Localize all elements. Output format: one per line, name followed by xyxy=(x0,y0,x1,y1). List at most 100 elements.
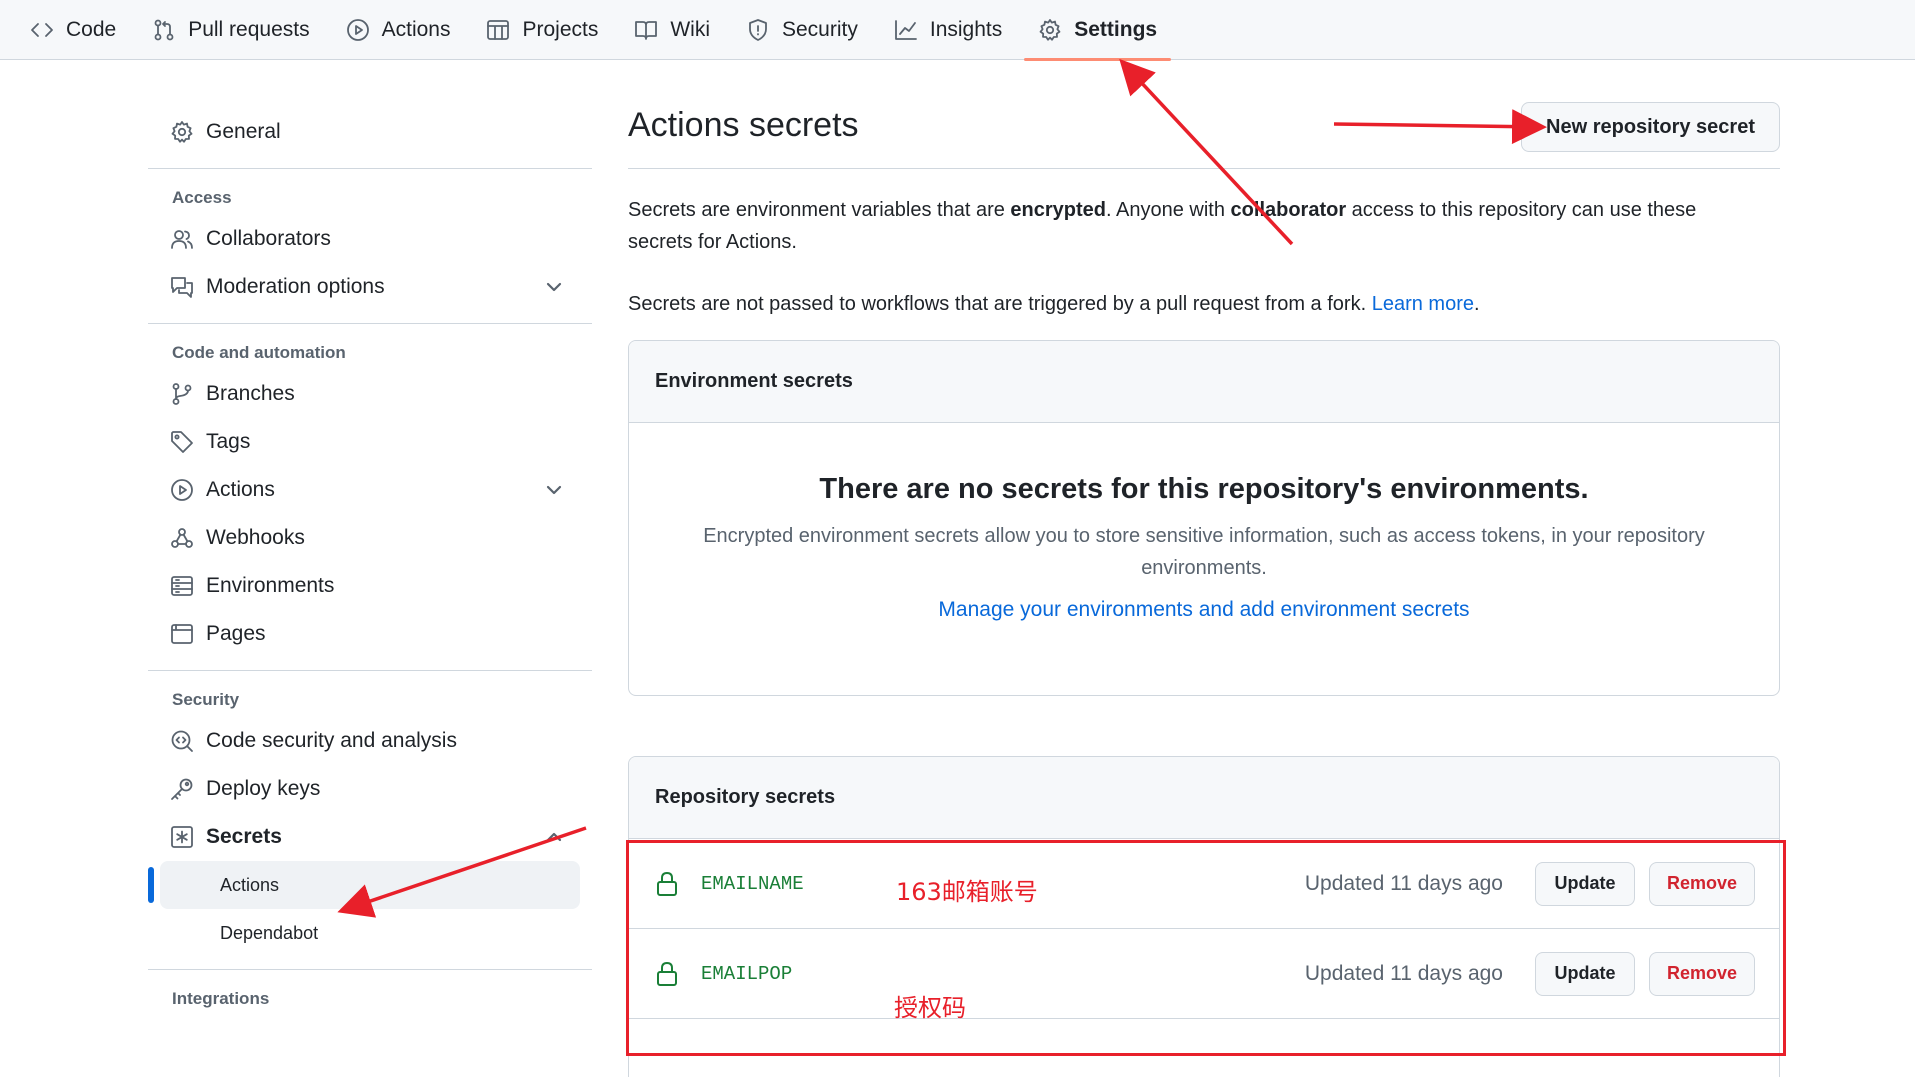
tab-pull-requests[interactable]: Pull requests xyxy=(134,0,327,60)
sidebar-item-label: General xyxy=(206,120,281,143)
pull-request-icon xyxy=(154,19,174,40)
tab-settings[interactable]: Settings xyxy=(1020,0,1175,61)
sidebar-item-code-security[interactable]: Code security and analysis xyxy=(148,717,592,765)
sidebar-item-tags[interactable]: Tags xyxy=(148,418,592,466)
sidebar-item-label: Pages xyxy=(206,622,266,645)
desc-text: . xyxy=(1473,293,1480,315)
repository-secrets-header: Repository secrets xyxy=(629,757,1779,839)
tag-icon xyxy=(171,431,193,453)
tab-insights[interactable]: Insights xyxy=(876,0,1020,60)
sidebar-heading-integrations: Integrations xyxy=(172,989,270,1008)
sidebar-item-label: Secrets xyxy=(206,825,282,848)
divider xyxy=(148,670,592,671)
tab-label: Insights xyxy=(929,17,1003,41)
tab-label: Pull requests xyxy=(188,17,310,41)
gear-icon xyxy=(1039,18,1061,41)
sidebar-item-label: Actions xyxy=(206,478,275,501)
settings-sidebar: General Access Collaborators Moderation … xyxy=(148,108,592,1016)
key-icon xyxy=(171,778,193,800)
divider xyxy=(148,323,592,324)
environment-secrets-header: Environment secrets xyxy=(629,341,1779,423)
tab-label: Actions xyxy=(381,17,451,41)
sidebar-item-actions[interactable]: Actions xyxy=(148,466,592,514)
chevron-down-icon[interactable] xyxy=(544,277,564,297)
tab-label: Wiki xyxy=(670,17,710,41)
comment-discussion-icon xyxy=(171,277,193,298)
sidebar-item-label: Deploy keys xyxy=(206,777,321,800)
sidebar-item-environments[interactable]: Environments xyxy=(148,562,592,610)
desc-text: Secrets are environment variables that a… xyxy=(628,199,1011,221)
annotation-note-auth-code: 授权码 xyxy=(894,994,966,1022)
sidebar-item-label: Code security and analysis xyxy=(206,729,457,752)
sidebar-subitem-secrets-dependabot[interactable]: Dependabot xyxy=(160,909,580,957)
divider xyxy=(148,168,592,169)
server-icon xyxy=(171,576,193,596)
table-icon xyxy=(487,19,510,40)
desc-text: . Anyone with xyxy=(1106,199,1231,221)
key-asterisk-icon xyxy=(171,826,193,848)
sidebar-heading-access: Access xyxy=(172,188,232,207)
divider xyxy=(628,168,1780,169)
environment-secrets-box: Environment secrets There are no secrets… xyxy=(628,340,1780,696)
annotation-note-email-account: 163邮箱账号 xyxy=(896,878,1038,906)
sidebar-item-branches[interactable]: Branches xyxy=(148,370,592,418)
desc-text: Secrets are not passed to workflows that… xyxy=(628,293,1372,315)
sidebar-heading-code-automation: Code and automation xyxy=(172,343,346,362)
sidebar-item-general[interactable]: General xyxy=(148,108,592,156)
sidebar-item-label: Webhooks xyxy=(206,526,305,549)
tab-code[interactable]: Code xyxy=(12,0,134,60)
sidebar-item-pages[interactable]: Pages xyxy=(148,610,592,658)
shield-icon xyxy=(749,18,767,41)
sidebar-item-label: Dependabot xyxy=(220,922,319,943)
sidebar-subitem-secrets-actions[interactable]: Actions xyxy=(148,861,580,909)
play-icon xyxy=(346,18,369,41)
sidebar-item-moderation[interactable]: Moderation options xyxy=(148,263,592,311)
learn-more-link[interactable]: Learn more xyxy=(1372,293,1474,315)
sidebar-item-webhooks[interactable]: Webhooks xyxy=(148,514,592,562)
chevron-down-icon[interactable] xyxy=(544,480,564,500)
sidebar-item-label: Actions xyxy=(220,874,280,895)
tab-label: Security xyxy=(782,17,858,41)
codescan-icon xyxy=(171,730,193,752)
play-icon xyxy=(171,479,193,501)
tab-wiki[interactable]: Wiki xyxy=(616,0,728,60)
sidebar-item-secrets[interactable]: Secrets xyxy=(148,813,592,861)
people-icon xyxy=(171,230,193,249)
tab-projects[interactable]: Projects xyxy=(468,0,616,60)
book-icon xyxy=(635,20,658,40)
divider xyxy=(148,969,592,970)
tab-label: Settings xyxy=(1074,17,1158,41)
browser-icon xyxy=(171,624,193,644)
branch-icon xyxy=(172,383,192,405)
manage-environments-link[interactable]: Manage your environments and add environ… xyxy=(938,598,1469,622)
secrets-description: Secrets are environment variables that a… xyxy=(628,194,1758,258)
active-indicator xyxy=(148,867,154,903)
fork-note: Secrets are not passed to workflows that… xyxy=(628,288,1758,320)
tab-label: Projects xyxy=(522,17,599,41)
sidebar-item-label: Tags xyxy=(206,430,251,453)
sidebar-item-label: Moderation options xyxy=(206,275,385,298)
blank-state-desc: Encrypted environment secrets allow you … xyxy=(703,525,1705,579)
blank-state-title: There are no secrets for this repository… xyxy=(819,473,1589,505)
gear-icon xyxy=(171,121,193,143)
sidebar-item-collaborators[interactable]: Collaborators xyxy=(148,215,592,263)
sidebar-item-label: Environments xyxy=(206,574,335,597)
new-repository-secret-button[interactable]: New repository secret xyxy=(1521,102,1780,152)
repo-nav: Code Pull requests Actions Projects Wiki… xyxy=(0,0,1915,61)
sidebar-heading-security: Security xyxy=(172,690,240,709)
sidebar-item-deploy-keys[interactable]: Deploy keys xyxy=(148,765,592,813)
sidebar-item-label: Collaborators xyxy=(206,227,331,250)
blank-state: There are no secrets for this repository… xyxy=(629,423,1779,622)
tab-label: Code xyxy=(66,17,117,41)
webhook-icon xyxy=(171,528,193,548)
annotation-highlight-box xyxy=(626,840,1786,1056)
code-icon xyxy=(31,22,53,37)
sidebar-item-label: Branches xyxy=(206,382,295,405)
tab-security[interactable]: Security xyxy=(728,0,876,60)
desc-bold: encrypted xyxy=(1010,199,1107,221)
arrow-to-new-secret xyxy=(1333,109,1547,145)
graph-icon xyxy=(894,19,917,40)
desc-bold: collaborator xyxy=(1230,199,1347,221)
chevron-up-icon[interactable] xyxy=(544,827,564,847)
tab-actions[interactable]: Actions xyxy=(328,0,469,60)
